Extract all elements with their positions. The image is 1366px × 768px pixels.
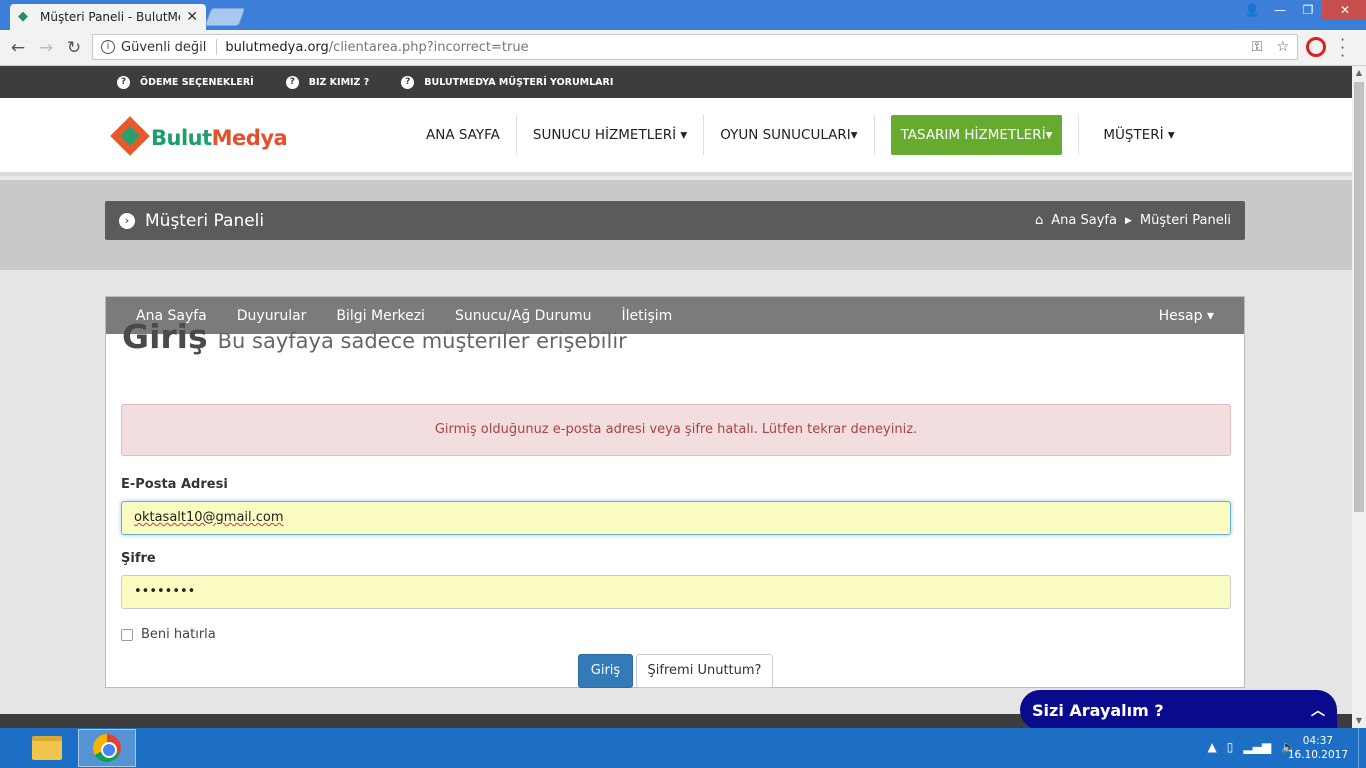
scrollbar-thumb[interactable] [1354, 82, 1364, 512]
omnibox-divider [216, 39, 218, 55]
home-icon: ⌂ [1035, 213, 1044, 228]
back-button[interactable]: ← [4, 38, 32, 58]
url-host: bulutmedya.org [225, 39, 329, 55]
clock-time: 04:37 [1302, 735, 1334, 747]
info-icon[interactable]: i [101, 40, 115, 54]
nav-design-services[interactable]: TASARIM HİZMETLERİ▾ [890, 115, 1063, 155]
logo-text-part1: Bulut [151, 126, 212, 150]
remember-label: Beni hatırla [141, 627, 216, 642]
browser-tab-strip: ◆ Müşteri Paneli - BulutMe ✕ 👤 — ❐ ✕ [0, 0, 1366, 30]
email-label: E-Posta Adresi [121, 477, 228, 492]
close-window-button[interactable]: ✕ [1322, 0, 1366, 20]
password-field[interactable]: •••••••• [121, 575, 1231, 609]
topbar-link-label: ÖDEME SEÇENEKLERİ [140, 76, 254, 88]
forgot-password-button[interactable]: Şifremi Unuttum? [636, 654, 773, 688]
browser-menu-icon[interactable]: · · · [1340, 32, 1345, 64]
question-icon: ? [285, 75, 299, 89]
breadcrumb-separator-icon: ▶ [1124, 215, 1132, 226]
reload-button[interactable]: ↻ [60, 38, 88, 58]
question-icon: ? [401, 75, 415, 89]
clock-date: 16.10.2017 [1287, 749, 1348, 761]
login-subtitle: Bu sayfaya sadece müşteriler erişebilir [217, 329, 627, 353]
browser-tab[interactable]: ◆ Müşteri Paneli - BulutMe ✕ [10, 4, 206, 30]
page-title: Müşteri Paneli [145, 210, 265, 231]
new-tab-button[interactable] [204, 8, 246, 26]
login-title: Giriş [122, 317, 208, 356]
site-favicon-icon: ◆ [18, 9, 28, 24]
tray-expand-icon[interactable]: ▲ [1208, 740, 1217, 754]
login-card: Ana Sayfa Duyurular Bilgi Merkezi Sunucu… [105, 296, 1245, 688]
omnibox[interactable]: i Güvenli değil bulutmedya.org/clientare… [92, 34, 1298, 60]
maximize-button[interactable]: ❐ [1294, 0, 1322, 20]
logo-text-part2: Medya [211, 126, 288, 150]
topbar-link-reviews[interactable]: ? BULUTMEDYA MÜŞTERİ YORUMLARI [401, 75, 614, 89]
profile-icon[interactable]: 👤 [1238, 0, 1266, 20]
network-icon[interactable]: ▂▄▆ [1243, 740, 1271, 754]
topbar-link-label: BIZ KIMIZ ? [308, 76, 370, 88]
topbar-link-label: BULUTMEDYA MÜŞTERİ YORUMLARI [424, 76, 614, 88]
email-value: oktasalt10@gmail.com [134, 510, 284, 525]
taskbar-clock[interactable]: 04:37 16.10.2017 [1288, 734, 1348, 762]
password-label: Şifre [121, 551, 156, 566]
show-desktop-button[interactable] [1358, 728, 1366, 768]
error-alert: Girmiş olduğunuz e-posta adresi veya şif… [121, 404, 1231, 456]
callback-label: Sizi Arayalım ? [1032, 700, 1164, 720]
chrome-taskbar-icon[interactable] [78, 729, 136, 767]
address-bar-row: ← → ↻ i Güvenli değil bulutmedya.org/cli… [0, 30, 1366, 66]
logo-mark-icon [110, 116, 150, 158]
forward-button[interactable]: → [32, 38, 60, 58]
login-submit-button[interactable]: Giriş [578, 654, 633, 688]
opera-extension-icon[interactable] [1306, 37, 1326, 57]
key-icon[interactable]: ⚿ [1252, 39, 1263, 55]
chevron-right-circle-icon: › [119, 212, 135, 229]
question-icon: ? [117, 75, 130, 89]
scroll-down-icon[interactable]: ▼ [1352, 714, 1366, 728]
nav-server-services[interactable]: SUNUCU HİZMETLERİ ▾ [517, 115, 705, 155]
login-heading: Giriş Bu sayfaya sadece müşteriler erişe… [122, 317, 627, 356]
os-taskbar: ▲ ▯ ▂▄▆ 🔈 04:37 16.10.2017 [0, 728, 1366, 768]
breadcrumb-home[interactable]: Ana Sayfa [1051, 213, 1117, 228]
callback-widget[interactable]: Sizi Arayalım ? ︿ [1020, 690, 1337, 730]
panel-title-bar: › Müşteri Paneli ⌂ Ana Sayfa ▶ Müşteri P… [105, 201, 1245, 240]
site-topbar: ? ÖDEME SEÇENEKLERİ ? BIZ KIMIZ ? ? BULUTME… [0, 66, 1352, 98]
file-explorer-icon[interactable] [18, 729, 76, 767]
nav-home[interactable]: ANA SAYFA [410, 115, 517, 155]
subnav-account-dropdown[interactable]: Hesap ▾ [1159, 308, 1214, 324]
remember-me[interactable]: Beni hatırla [121, 627, 216, 642]
nav-game-servers[interactable]: OYUN SUNUCULARI▾ [704, 115, 875, 155]
site-logo[interactable]: BulutMedya [110, 116, 288, 158]
remember-checkbox[interactable] [121, 628, 133, 641]
chevron-up-icon[interactable]: ︿ [1311, 700, 1325, 720]
site-header: BulutMedya ANA SAYFA SUNUCU HİZMETLERİ ▾… [0, 98, 1352, 176]
minimize-button[interactable]: — [1266, 0, 1294, 20]
battery-icon[interactable]: ▯ [1227, 740, 1234, 754]
email-field[interactable]: oktasalt10@gmail.com [121, 501, 1231, 535]
topbar-link-about[interactable]: ? BIZ KIMIZ ? [285, 75, 370, 89]
scroll-up-icon[interactable]: ▲ [1352, 66, 1366, 80]
topbar-link-payment[interactable]: ? ÖDEME SEÇENEKLERİ [117, 75, 254, 89]
tab-title: Müşteri Paneli - BulutMe [40, 10, 181, 24]
window-controls: 👤 — ❐ ✕ [1238, 0, 1366, 22]
nav-customer[interactable]: MÜŞTERİ ▾ [1078, 115, 1190, 155]
system-tray: ▲ ▯ ▂▄▆ 🔈 [1208, 740, 1296, 754]
breadcrumb: ⌂ Ana Sayfa ▶ Müşteri Paneli [1035, 213, 1231, 228]
bookmark-star-icon[interactable]: ☆ [1276, 39, 1289, 55]
url-path: /clientarea.php?incorrect=true [328, 39, 529, 55]
close-tab-icon[interactable]: ✕ [186, 9, 198, 25]
subnav-contact[interactable]: İletişim [621, 308, 672, 324]
main-nav: ANA SAYFA SUNUCU HİZMETLERİ ▾ OYUN SUNUC… [410, 115, 1191, 155]
breadcrumb-current: Müşteri Paneli [1139, 213, 1231, 228]
security-label: Güvenli değil [121, 39, 207, 55]
page-scrollbar[interactable]: ▲ ▼ [1352, 66, 1366, 728]
page-hero: › Müşteri Paneli ⌂ Ana Sayfa ▶ Müşteri P… [0, 180, 1352, 270]
